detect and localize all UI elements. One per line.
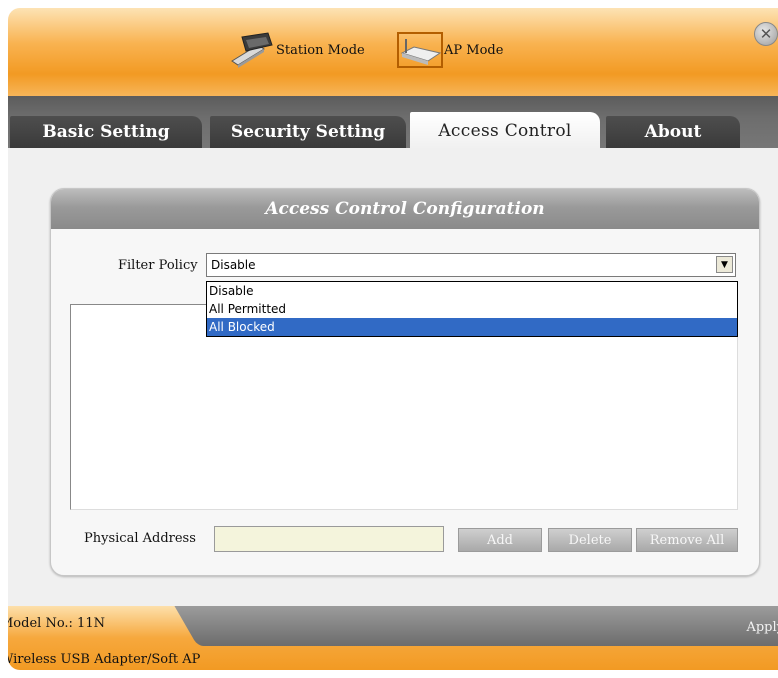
tab-label: About	[644, 122, 702, 142]
tab-about[interactable]: About	[606, 116, 740, 148]
tab-bar: Basic Setting Security Setting Access Co…	[8, 96, 778, 150]
filter-policy-select[interactable]: Disable ▼	[206, 253, 736, 277]
option-all-blocked[interactable]: All Blocked	[207, 318, 737, 336]
physical-address-label: Physical Address	[84, 531, 196, 546]
ap-mode-icon	[396, 31, 444, 69]
option-disable[interactable]: Disable	[207, 282, 737, 300]
tab-security-setting[interactable]: Security Setting	[210, 116, 406, 148]
model-number: Model No.: 11N	[8, 616, 105, 631]
device-description: Wireless USB Adapter/Soft AP	[8, 652, 201, 667]
status-band	[200, 606, 778, 646]
close-icon[interactable]: ✕	[754, 22, 778, 46]
add-button[interactable]: Add	[458, 528, 542, 552]
filter-policy-dropdown: Disable All Permitted All Blocked	[206, 281, 738, 337]
tab-access-control[interactable]: Access Control	[410, 112, 600, 150]
ap-mode-label: AP Mode	[444, 42, 504, 58]
station-mode-button[interactable]: Station Mode	[228, 30, 365, 70]
panel-title: Access Control Configuration	[51, 189, 759, 229]
filter-policy-value: Disable	[211, 258, 256, 272]
option-all-permitted[interactable]: All Permitted	[207, 300, 737, 318]
tab-basic-setting[interactable]: Basic Setting	[10, 116, 202, 148]
tab-label: Security Setting	[230, 122, 386, 142]
apply-button[interactable]: Apply	[746, 620, 778, 635]
tab-label: Basic Setting	[42, 122, 170, 142]
remove-all-button[interactable]: Remove All	[636, 528, 738, 552]
delete-button[interactable]: Delete	[548, 528, 632, 552]
tab-label: Access Control	[438, 121, 572, 141]
top-header: Station Mode AP Mode ✕	[8, 8, 778, 96]
station-mode-icon	[228, 31, 276, 69]
chevron-down-icon[interactable]: ▼	[716, 256, 733, 273]
filter-policy-label: Filter Policy	[118, 258, 198, 273]
physical-address-input[interactable]	[214, 526, 444, 552]
station-mode-label: Station Mode	[276, 42, 365, 58]
app-window: Station Mode AP Mode ✕ Basic Setting Sec…	[8, 8, 778, 670]
ap-mode-button[interactable]: AP Mode	[396, 30, 503, 70]
